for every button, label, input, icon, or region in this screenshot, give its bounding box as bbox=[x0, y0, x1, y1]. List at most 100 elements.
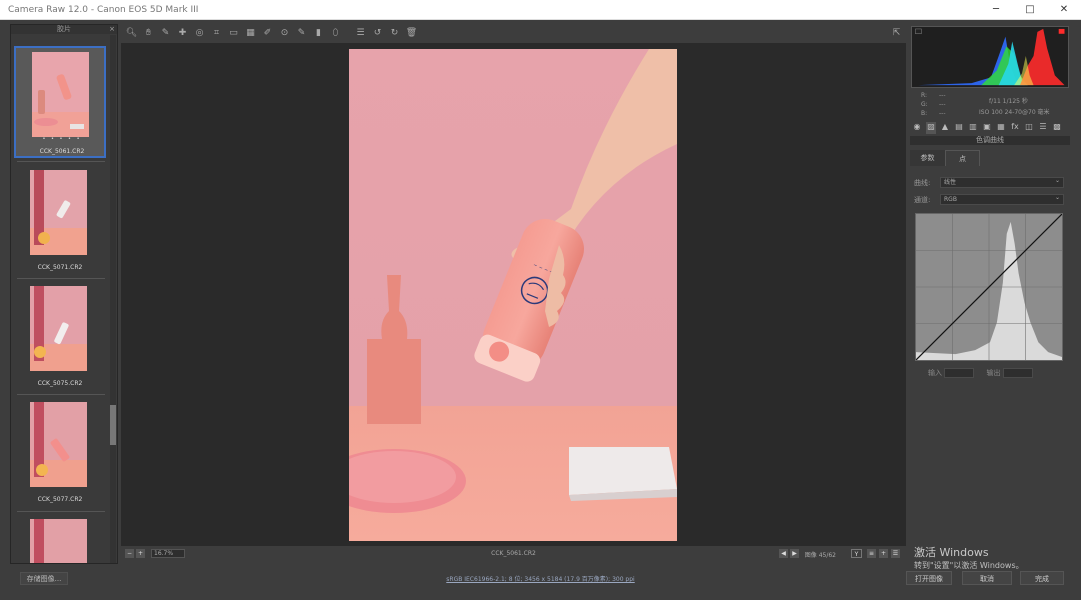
filmstrip-item-5[interactable] bbox=[14, 515, 106, 563]
thumbnail-image bbox=[30, 402, 87, 487]
thumbnail-image bbox=[30, 170, 87, 255]
tone-curve-graph[interactable] bbox=[915, 213, 1063, 361]
fullscreen-icon[interactable]: ⇱ bbox=[890, 27, 903, 40]
presets-panel-icon[interactable]: ☰ bbox=[1038, 122, 1048, 134]
rating-stars[interactable]: • • • • • bbox=[16, 136, 108, 142]
lens-panel-icon[interactable]: ▣ bbox=[982, 122, 992, 134]
tab-point[interactable]: 点 bbox=[945, 150, 980, 166]
curve-row: 曲线: 线性 bbox=[914, 176, 1064, 188]
targeted-adjust-tool-icon[interactable]: ◎ bbox=[193, 27, 206, 40]
thumbnail-filename: CCK_5071.CR2 bbox=[37, 264, 83, 271]
before-after-y-button[interactable]: Y bbox=[851, 549, 862, 558]
current-filename: CCK_5061.CR2 bbox=[491, 550, 536, 557]
hand-tool-icon[interactable]: ✋︎ bbox=[142, 27, 155, 40]
adjustment-panel: R: --- G: --- B: --- f/11 1/125 秒 ISO 10… bbox=[908, 24, 1072, 564]
image-count: 图像 45/62 bbox=[804, 552, 836, 559]
graduated-filter-tool-icon[interactable]: ▮ bbox=[312, 27, 325, 40]
filmstrip-item-1[interactable]: • • • • • CCK_5061.CR2 bbox=[14, 46, 106, 158]
exposure-info: f/11 1/125 秒 bbox=[989, 98, 1028, 105]
g-label: G: bbox=[921, 101, 928, 108]
filmstrip-item-4[interactable]: CCK_5077.CR2 bbox=[14, 398, 106, 510]
filmstrip-item-2[interactable]: CCK_5071.CR2 bbox=[14, 166, 106, 278]
done-button[interactable]: 完成 bbox=[1020, 571, 1064, 585]
thumbnail-filename: CCK_5075.CR2 bbox=[37, 380, 83, 387]
open-image-button[interactable]: 打开图像 bbox=[906, 571, 952, 585]
preview-canvas[interactable]: ~ ~ ~ ~ bbox=[121, 43, 906, 546]
delete-tool-icon[interactable]: 🗑︎ bbox=[405, 27, 418, 40]
transform-panel-icon[interactable]: ▦ bbox=[996, 122, 1006, 134]
cancel-button[interactable]: 取消 bbox=[962, 571, 1012, 585]
window-controls: ─ □ ✕ bbox=[979, 0, 1081, 20]
filmstrip-item-3[interactable]: CCK_5075.CR2 bbox=[14, 282, 106, 394]
straighten-tool-icon[interactable]: ▭ bbox=[227, 27, 240, 40]
crop-tool-icon[interactable]: ⌗ bbox=[210, 27, 223, 40]
canvas-status-bar: − + 16.7% CCK_5061.CR2 ◀ ▶ 图像 45/62 Y ≡ … bbox=[121, 546, 906, 561]
split-toning-panel-icon[interactable]: ▥ bbox=[968, 122, 978, 134]
divider bbox=[17, 278, 105, 279]
g-value: --- bbox=[939, 101, 946, 108]
b-label: B: bbox=[921, 110, 928, 117]
curve-label: 曲线: bbox=[914, 179, 931, 187]
image-metadata: R: --- G: --- B: --- f/11 1/125 秒 ISO 10… bbox=[911, 91, 1069, 120]
divider bbox=[17, 161, 105, 162]
filmstrip-title: 胶片 bbox=[57, 25, 71, 33]
tool-bar: 🔍︎ ✋︎ ✎ ✚ ◎ ⌗ ▭ ▦ ✐ ⊙ ✎ ▮ ⬯ ☰ ↺ ↻ 🗑︎ bbox=[121, 25, 906, 42]
adjustment-brush-tool-icon[interactable]: ✎ bbox=[295, 27, 308, 40]
before-after-copy-button[interactable]: + bbox=[879, 549, 888, 558]
prev-image-button[interactable]: ◀ bbox=[779, 549, 788, 558]
white-balance-tool-icon[interactable]: ✎ bbox=[159, 27, 172, 40]
curve-select[interactable]: 线性 bbox=[940, 176, 1064, 188]
transform-tool-icon[interactable]: ▦ bbox=[244, 27, 257, 40]
calibration-panel-icon[interactable]: ◫ bbox=[1024, 122, 1034, 134]
panel-tab-icons: ◉ ▨ ▲ ▤ ▥ ▣ ▦ fx ◫ ☰ ▩ bbox=[910, 122, 1070, 134]
preferences-tool-icon[interactable]: ☰ bbox=[354, 27, 367, 40]
hsl-panel-icon[interactable]: ▤ bbox=[954, 122, 964, 134]
before-after-swap-button[interactable]: ≡ bbox=[867, 549, 876, 558]
before-after-toggle-button[interactable]: ☰ bbox=[891, 549, 900, 558]
next-image-button[interactable]: ▶ bbox=[790, 549, 799, 558]
iso-lens-info: ISO 100 24-70@70 毫米 bbox=[979, 109, 1050, 116]
r-label: R: bbox=[921, 92, 928, 99]
title-bar: Camera Raw 12.0 - Canon EOS 5D Mark III … bbox=[0, 0, 1081, 20]
thumbnail-image bbox=[32, 52, 89, 137]
radial-filter-tool-icon[interactable]: ⬯ bbox=[329, 27, 342, 40]
input-field[interactable] bbox=[944, 368, 975, 378]
rotate-left-tool-icon[interactable]: ↺ bbox=[371, 27, 384, 40]
filmstrip-header: 胶片 × bbox=[11, 25, 117, 34]
tab-parametric[interactable]: 参数 bbox=[910, 150, 945, 166]
channel-label: 通道: bbox=[914, 196, 931, 204]
b-value: --- bbox=[939, 110, 946, 117]
detail-panel-icon[interactable]: ▲ bbox=[940, 122, 950, 134]
divider bbox=[17, 394, 105, 395]
preview-photo: ~ ~ ~ ~ bbox=[349, 49, 677, 541]
camera-raw-window: Camera Raw 12.0 - Canon EOS 5D Mark III … bbox=[0, 0, 1081, 600]
window-title: Camera Raw 12.0 - Canon EOS 5D Mark III bbox=[8, 5, 199, 15]
color-sampler-tool-icon[interactable]: ✚ bbox=[176, 27, 189, 40]
filmstrip-panel: 胶片 × • • • • • CCK_5061.CR2 CCK_5071.CR2… bbox=[10, 24, 118, 564]
thumbnail-image bbox=[30, 519, 87, 563]
filmstrip-scroll-thumb[interactable] bbox=[110, 405, 116, 445]
histogram bbox=[911, 26, 1069, 88]
windows-activation-hint: 转到"设置"以激活 Windows。 bbox=[914, 561, 1024, 570]
output-field[interactable] bbox=[1002, 368, 1033, 378]
rotate-right-tool-icon[interactable]: ↻ bbox=[388, 27, 401, 40]
filmstrip-scrollbar[interactable] bbox=[110, 35, 116, 563]
snapshots-panel-icon[interactable]: ▩ bbox=[1052, 122, 1062, 134]
spot-removal-tool-icon[interactable]: ✐ bbox=[261, 27, 274, 40]
effects-panel-icon[interactable]: fx bbox=[1010, 122, 1020, 134]
input-label: 输入 bbox=[928, 369, 942, 377]
red-eye-tool-icon[interactable]: ⊙ bbox=[278, 27, 291, 40]
close-button[interactable]: ✕ bbox=[1047, 0, 1081, 20]
basic-panel-icon[interactable]: ◉ bbox=[912, 122, 922, 134]
channel-select[interactable]: RGB bbox=[940, 193, 1064, 205]
divider bbox=[17, 511, 105, 512]
curve-io: 输入 输出 bbox=[928, 368, 1068, 378]
filmstrip-close-icon[interactable]: × bbox=[109, 25, 115, 34]
tone-curve-panel-icon[interactable]: ▨ bbox=[926, 122, 936, 134]
tone-curve-tabs: 参数 点 bbox=[910, 150, 1070, 166]
zoom-tool-icon[interactable]: 🔍︎ bbox=[125, 27, 138, 40]
minimize-button[interactable]: ─ bbox=[979, 0, 1013, 20]
thumbnail-image bbox=[30, 286, 87, 371]
thumbnail-filename: CCK_5077.CR2 bbox=[37, 496, 83, 503]
maximize-button[interactable]: □ bbox=[1013, 0, 1047, 20]
